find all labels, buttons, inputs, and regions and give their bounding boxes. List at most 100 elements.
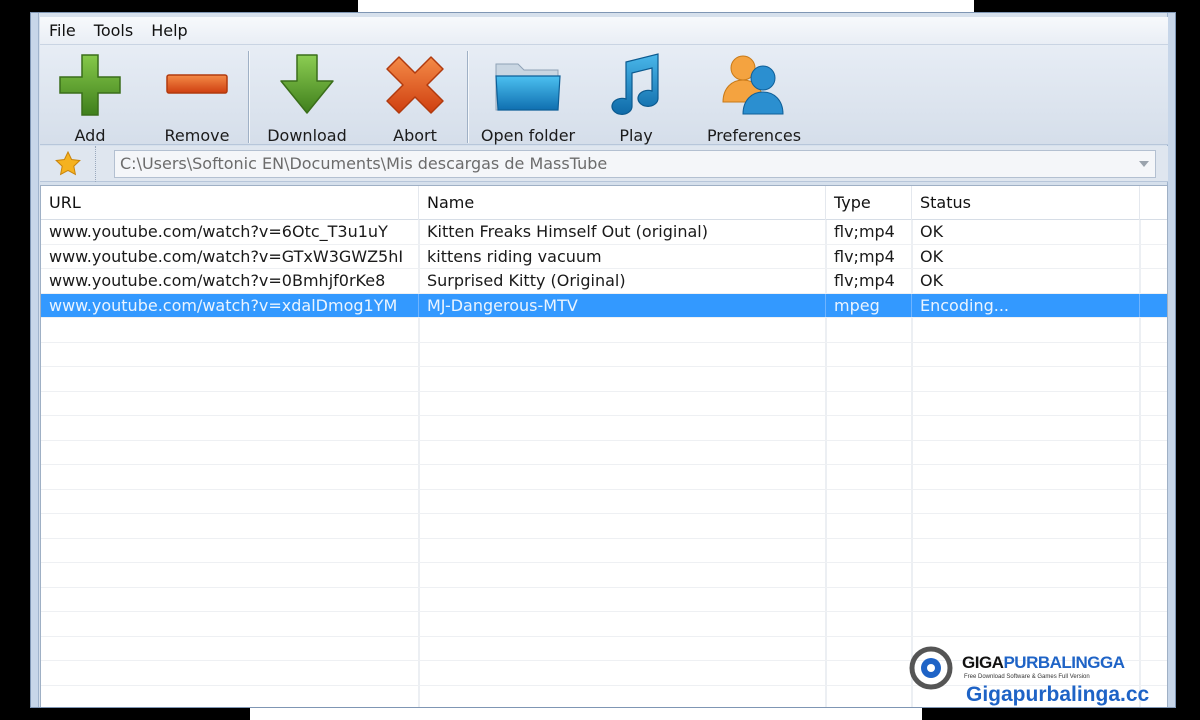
cell-status — [912, 367, 1140, 391]
play-label: Play — [619, 126, 653, 145]
cell-type — [826, 538, 912, 562]
cell-url — [41, 440, 419, 464]
favorites-button[interactable] — [40, 145, 96, 182]
cell-type: flv;mp4 — [826, 220, 912, 244]
cell-filler — [1140, 563, 1167, 587]
cell-name: Surprised Kitty (Original) — [419, 269, 826, 293]
cell-type — [826, 563, 912, 587]
cell-status: OK — [912, 269, 1140, 293]
cell-url — [41, 416, 419, 440]
cell-status: OK — [912, 220, 1140, 244]
cell-type — [826, 391, 912, 415]
cell-filler — [1140, 588, 1167, 612]
table-row[interactable] — [41, 538, 1167, 563]
cell-type — [826, 514, 912, 538]
list-rows: www.youtube.com/watch?v=6Otc_T3u1uY Kitte… — [41, 220, 1167, 707]
cell-type — [826, 465, 912, 489]
remove-button[interactable]: Remove — [156, 45, 238, 145]
cell-type — [826, 318, 912, 342]
cell-type — [826, 342, 912, 366]
table-row[interactable] — [41, 367, 1167, 392]
eye-logo-icon — [909, 646, 953, 690]
cell-name — [419, 465, 826, 489]
table-row[interactable] — [41, 465, 1167, 490]
table-row[interactable]: www.youtube.com/watch?v=xdalDmog1YM MJ-Da… — [41, 293, 1167, 318]
table-row[interactable] — [41, 342, 1167, 367]
cell-filler — [1140, 514, 1167, 538]
watermark-brand-part1: GIGA — [962, 653, 1004, 672]
cell-filler — [1140, 318, 1167, 342]
cell-url: www.youtube.com/watch?v=0Bmhjf0rKe8 — [41, 269, 419, 293]
cell-name — [419, 661, 826, 685]
chevron-down-icon[interactable] — [1133, 160, 1155, 167]
cell-status: Encoding... — [912, 293, 1140, 317]
cell-type: flv;mp4 — [826, 269, 912, 293]
column-header-name[interactable]: Name — [419, 186, 826, 220]
cell-name — [419, 587, 826, 611]
table-row[interactable]: www.youtube.com/watch?v=GTxW3GWZ5hI kitte… — [41, 244, 1167, 269]
download-button[interactable]: Download — [261, 45, 353, 145]
cell-type — [826, 489, 912, 513]
music-note-icon — [600, 49, 672, 120]
menu-tools[interactable]: Tools — [85, 21, 142, 40]
download-path-combo[interactable]: C:\Users\Softonic EN\Documents\Mis desca… — [114, 149, 1156, 178]
cell-name: MJ-Dangerous-MTV — [419, 293, 826, 317]
cell-url — [41, 612, 419, 636]
cell-type — [826, 587, 912, 611]
cell-filler — [1140, 465, 1167, 489]
x-icon — [379, 49, 451, 120]
cell-url — [41, 342, 419, 366]
table-row[interactable] — [41, 612, 1167, 637]
app-window: File Tools Help Add Remove Download Abor… — [30, 12, 1176, 708]
table-row[interactable] — [41, 514, 1167, 539]
cell-status — [912, 514, 1140, 538]
table-row[interactable] — [41, 587, 1167, 612]
preferences-button[interactable]: Preferences — [704, 45, 804, 145]
table-row[interactable] — [41, 489, 1167, 514]
preferences-label: Preferences — [706, 126, 802, 145]
cell-name: kittens riding vacuum — [419, 244, 826, 268]
cell-filler — [1140, 441, 1167, 465]
cell-filler — [1140, 392, 1167, 416]
menu-file[interactable]: File — [40, 21, 85, 40]
cell-url — [41, 391, 419, 415]
table-row[interactable]: www.youtube.com/watch?v=6Otc_T3u1uY Kitte… — [41, 220, 1167, 245]
table-row[interactable] — [41, 563, 1167, 588]
table-row[interactable] — [41, 440, 1167, 465]
column-header-url[interactable]: URL — [41, 186, 419, 220]
watermark-brand-part2: PURBALINGGA — [1003, 653, 1125, 672]
cell-filler — [1140, 490, 1167, 514]
table-row[interactable] — [41, 391, 1167, 416]
cell-url: www.youtube.com/watch?v=GTxW3GWZ5hI — [41, 244, 419, 268]
column-header-type[interactable]: Type — [826, 186, 912, 220]
play-button[interactable]: Play — [600, 45, 672, 145]
column-header-status[interactable]: Status — [912, 186, 1140, 220]
abort-button[interactable]: Abort — [379, 45, 451, 145]
table-row[interactable] — [41, 318, 1167, 343]
table-row[interactable]: www.youtube.com/watch?v=0Bmhjf0rKe8 Surpr… — [41, 269, 1167, 294]
cell-filler — [1140, 612, 1167, 636]
open-folder-button[interactable]: Open folder — [478, 45, 578, 145]
abort-label: Abort — [393, 126, 437, 145]
table-row[interactable] — [41, 416, 1167, 441]
cell-name — [419, 685, 826, 707]
open-folder-label: Open folder — [480, 126, 576, 145]
cell-url — [41, 563, 419, 587]
cell-name — [419, 367, 826, 391]
cell-name — [419, 342, 826, 366]
toolbar-separator — [467, 51, 468, 143]
cell-filler — [1140, 416, 1167, 440]
toolbar: Add Remove Download Abort Open folder Pl… — [40, 45, 1168, 145]
plus-icon — [54, 49, 126, 120]
cell-status — [912, 538, 1140, 562]
path-bar: C:\Users\Softonic EN\Documents\Mis desca… — [40, 145, 1168, 182]
cell-status — [912, 391, 1140, 415]
cell-url — [41, 465, 419, 489]
cell-url — [41, 538, 419, 562]
cell-type: flv;mp4 — [826, 244, 912, 268]
cell-status — [912, 563, 1140, 587]
add-button[interactable]: Add — [54, 45, 126, 145]
cell-name — [419, 416, 826, 440]
cell-url: www.youtube.com/watch?v=xdalDmog1YM — [41, 293, 419, 317]
menu-help[interactable]: Help — [142, 21, 196, 40]
